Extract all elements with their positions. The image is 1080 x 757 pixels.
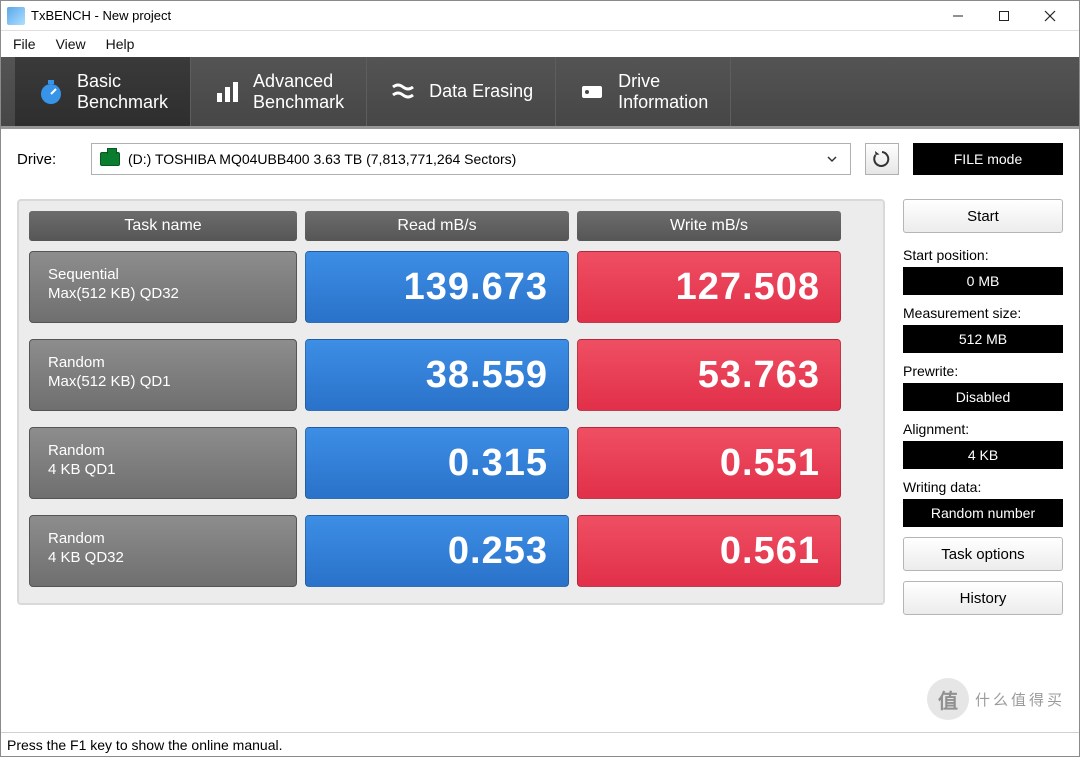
minimize-button[interactable] <box>935 2 981 30</box>
table-row: Sequential Max(512 KB) QD32 139.673 127.… <box>29 251 873 323</box>
read-value: 0.253 <box>305 515 569 587</box>
content-area: Drive: (D:) TOSHIBA MQ04UBB400 3.63 TB (… <box>1 129 1079 732</box>
sidebar: Start Start position: 0 MB Measurement s… <box>903 199 1063 625</box>
read-value: 38.559 <box>305 339 569 411</box>
write-value: 53.763 <box>577 339 841 411</box>
menu-help[interactable]: Help <box>106 36 135 52</box>
drive-label: Drive: <box>17 151 77 168</box>
menu-bar: File View Help <box>1 31 1079 57</box>
titlebar: TxBENCH - New project <box>1 1 1079 31</box>
file-mode-button[interactable]: FILE mode <box>913 143 1063 175</box>
header-read: Read mB/s <box>305 211 569 241</box>
benchmark-table: Task name Read mB/s Write mB/s Sequentia… <box>17 199 885 605</box>
tab-data-erasing[interactable]: Data Erasing <box>367 57 556 126</box>
chevron-down-icon <box>822 153 842 165</box>
measurement-size-label: Measurement size: <box>903 305 1063 321</box>
status-text: Press the F1 key to show the online manu… <box>7 737 282 753</box>
drive-icon <box>578 78 606 106</box>
window-buttons <box>935 2 1073 30</box>
drive-device-icon <box>100 152 120 166</box>
tab-drive-information[interactable]: Drive Information <box>556 57 731 126</box>
measurement-size-value[interactable]: 512 MB <box>903 325 1063 353</box>
task-options-button[interactable]: Task options <box>903 537 1063 571</box>
maximize-button[interactable] <box>981 2 1027 30</box>
writing-data-label: Writing data: <box>903 479 1063 495</box>
table-header-row: Task name Read mB/s Write mB/s <box>29 211 873 241</box>
read-value: 139.673 <box>305 251 569 323</box>
writing-data-value[interactable]: Random number <box>903 499 1063 527</box>
watermark-badge: 值 <box>927 678 969 720</box>
drive-select-value: (D:) TOSHIBA MQ04UBB400 3.63 TB (7,813,7… <box>128 151 822 167</box>
alignment-value[interactable]: 4 KB <box>903 441 1063 469</box>
write-value: 0.551 <box>577 427 841 499</box>
prewrite-label: Prewrite: <box>903 363 1063 379</box>
table-row: Random 4 KB QD32 0.253 0.561 <box>29 515 873 587</box>
write-value: 127.508 <box>577 251 841 323</box>
tab-label: Basic Benchmark <box>77 71 168 112</box>
tab-label: Drive Information <box>618 71 708 112</box>
tab-strip: Basic Benchmark Advanced Benchmark Data … <box>1 57 1079 129</box>
drive-row: Drive: (D:) TOSHIBA MQ04UBB400 3.63 TB (… <box>17 143 1063 175</box>
stopwatch-icon <box>37 78 65 106</box>
menu-file[interactable]: File <box>13 36 36 52</box>
start-position-label: Start position: <box>903 247 1063 263</box>
task-random-4kb-qd1[interactable]: Random 4 KB QD1 <box>29 427 297 499</box>
refresh-button[interactable] <box>865 143 899 175</box>
header-write: Write mB/s <box>577 211 841 241</box>
table-row: Random 4 KB QD1 0.315 0.551 <box>29 427 873 499</box>
header-task: Task name <box>29 211 297 241</box>
watermark-text: 什么值得买 <box>975 689 1065 710</box>
app-icon <box>7 7 25 25</box>
app-window: TxBENCH - New project File View Help Bas… <box>0 0 1080 757</box>
tab-basic-benchmark[interactable]: Basic Benchmark <box>15 57 191 126</box>
window-title: TxBENCH - New project <box>31 8 171 23</box>
task-random-4kb-qd32[interactable]: Random 4 KB QD32 <box>29 515 297 587</box>
bar-chart-icon <box>213 78 241 106</box>
write-value: 0.561 <box>577 515 841 587</box>
tab-label: Data Erasing <box>429 81 533 102</box>
body-row: Task name Read mB/s Write mB/s Sequentia… <box>17 199 1063 625</box>
task-random-512kb-qd1[interactable]: Random Max(512 KB) QD1 <box>29 339 297 411</box>
watermark: 值 什么值得买 <box>927 678 1065 720</box>
tab-advanced-benchmark[interactable]: Advanced Benchmark <box>191 57 367 126</box>
close-button[interactable] <box>1027 2 1073 30</box>
drive-select[interactable]: (D:) TOSHIBA MQ04UBB400 3.63 TB (7,813,7… <box>91 143 851 175</box>
history-button[interactable]: History <box>903 581 1063 615</box>
status-bar: Press the F1 key to show the online manu… <box>1 732 1079 756</box>
tab-label: Advanced Benchmark <box>253 71 344 112</box>
start-button[interactable]: Start <box>903 199 1063 233</box>
task-sequential-qd32[interactable]: Sequential Max(512 KB) QD32 <box>29 251 297 323</box>
read-value: 0.315 <box>305 427 569 499</box>
alignment-label: Alignment: <box>903 421 1063 437</box>
erase-icon <box>389 78 417 106</box>
refresh-icon <box>872 149 892 169</box>
prewrite-value[interactable]: Disabled <box>903 383 1063 411</box>
menu-view[interactable]: View <box>56 36 86 52</box>
table-row: Random Max(512 KB) QD1 38.559 53.763 <box>29 339 873 411</box>
start-position-value[interactable]: 0 MB <box>903 267 1063 295</box>
